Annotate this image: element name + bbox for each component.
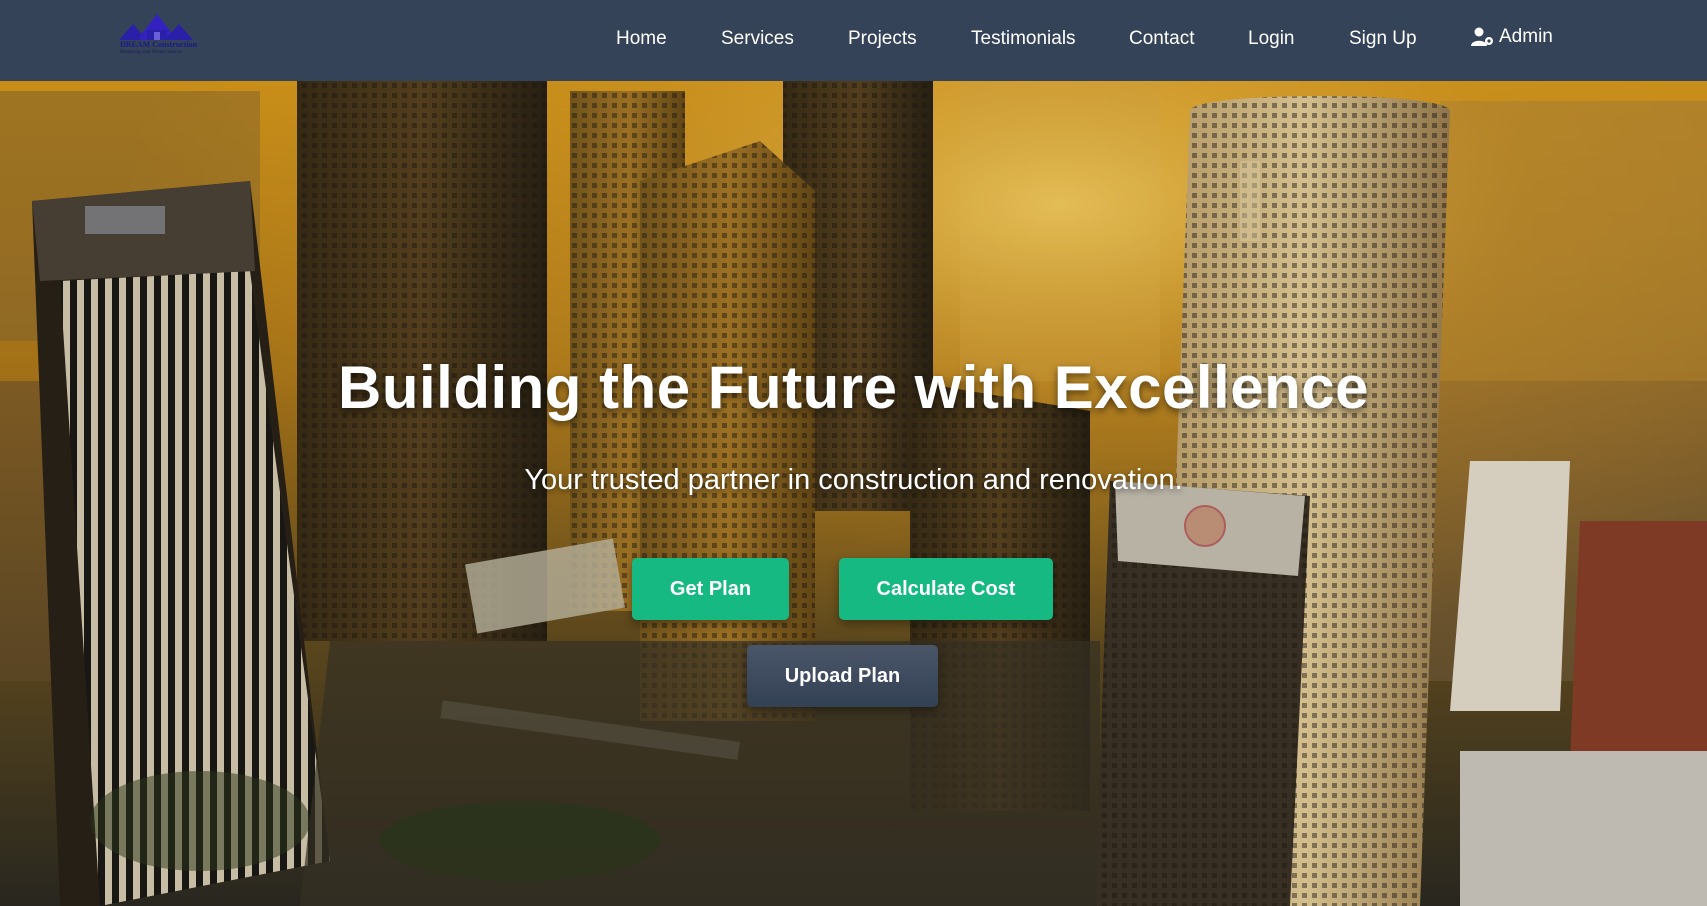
nav-contact[interactable]: Contact xyxy=(1129,28,1194,50)
navbar: DREAM Construction Designing your Dream … xyxy=(0,0,1707,81)
nav-projects[interactable]: Projects xyxy=(848,28,917,50)
nav-signup[interactable]: Sign Up xyxy=(1349,28,1417,50)
nav-testimonials[interactable]: Testimonials xyxy=(971,28,1076,50)
hero-title: Building the Future with Excellence xyxy=(338,354,1369,421)
hero-subtitle: Your trusted partner in construction and… xyxy=(524,464,1183,496)
main-nav: Home Services Projects Testimonials Cont… xyxy=(0,0,1707,81)
calculate-cost-button[interactable]: Calculate Cost xyxy=(839,558,1053,620)
upload-plan-button[interactable]: Upload Plan xyxy=(747,645,938,707)
nav-home[interactable]: Home xyxy=(616,28,667,50)
get-plan-button[interactable]: Get Plan xyxy=(632,558,789,620)
nav-services[interactable]: Services xyxy=(721,28,794,50)
user-gear-icon xyxy=(1471,27,1495,47)
nav-admin[interactable]: Admin xyxy=(1471,26,1553,48)
hero-section: Building the Future with Excellence Your… xyxy=(0,81,1707,906)
nav-login[interactable]: Login xyxy=(1248,28,1295,50)
nav-admin-label: Admin xyxy=(1499,26,1553,47)
